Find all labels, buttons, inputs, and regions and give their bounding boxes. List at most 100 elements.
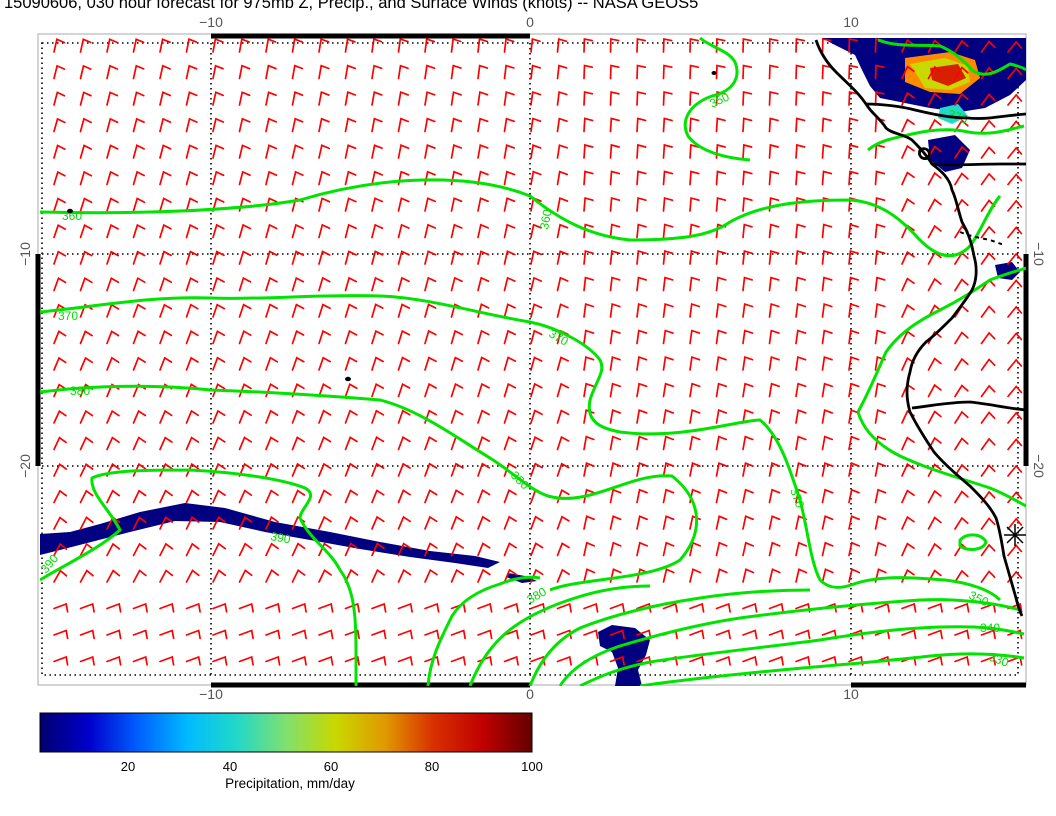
wind-barb <box>874 302 886 318</box>
wind-barb <box>53 463 68 477</box>
wind-barb <box>477 602 493 613</box>
wind-barb <box>742 223 753 239</box>
wind-barb <box>212 170 225 186</box>
wind-barb <box>318 489 332 504</box>
wind-barb <box>742 143 753 159</box>
wind-barb <box>265 409 279 424</box>
wind-barb <box>662 462 675 477</box>
wind-barb <box>609 568 622 583</box>
wind-barb <box>821 117 832 133</box>
wind-barb <box>715 276 727 292</box>
wind-barb <box>450 568 465 583</box>
wind-barb <box>185 276 199 292</box>
wind-barb <box>980 146 996 159</box>
wind-barb <box>689 382 701 398</box>
wind-barb <box>768 37 779 53</box>
wind-barb <box>53 223 67 239</box>
wind-barb <box>689 117 700 133</box>
wind-barb <box>344 515 359 530</box>
wind-barb <box>79 569 94 583</box>
wind-barb <box>185 91 198 106</box>
wind-barb <box>556 90 568 106</box>
wind-barb <box>53 170 66 186</box>
wind-barb <box>291 629 307 640</box>
wind-barb <box>742 117 753 133</box>
wind-barb <box>265 276 278 292</box>
wind-barb <box>662 435 675 451</box>
wind-barb <box>265 329 279 345</box>
wind-barb <box>742 250 753 265</box>
wind-barb <box>397 91 410 106</box>
contour-label: 350 <box>707 89 731 110</box>
wind-barb <box>901 568 915 583</box>
wind-barb <box>556 144 568 159</box>
colorbar-tick-label: 100 <box>521 759 543 774</box>
wind-barb <box>715 117 726 133</box>
wind-barb <box>768 223 780 239</box>
wind-barb <box>848 302 860 318</box>
wind-barb <box>132 197 146 212</box>
wind-barb <box>159 303 173 318</box>
wind-barb <box>424 250 437 265</box>
wind-barb <box>927 410 942 424</box>
wind-barb <box>742 170 753 186</box>
wind-barb <box>291 409 305 424</box>
wind-barb <box>530 170 542 186</box>
wind-barb <box>318 64 330 80</box>
wind-barb <box>79 409 94 424</box>
wind-barb <box>344 436 358 451</box>
wind-barb <box>291 223 304 239</box>
wind-barb <box>371 629 387 640</box>
wind-barb <box>185 330 199 345</box>
wind-barb <box>636 250 647 265</box>
wind-barb <box>636 382 648 398</box>
wind-barb <box>371 37 383 53</box>
wind-barb <box>503 515 517 530</box>
wind-barb <box>53 91 66 106</box>
wind-barb <box>609 355 621 371</box>
wind-barb <box>503 489 517 504</box>
wind-barb <box>530 117 542 133</box>
wind-barb <box>159 170 172 186</box>
wind-barb <box>662 568 675 583</box>
wind-barb <box>291 64 304 80</box>
wind-barb <box>450 382 464 398</box>
colorbar-gradient <box>39 712 533 753</box>
wind-barb <box>636 170 647 186</box>
wind-barb <box>450 144 463 159</box>
wind-barb <box>689 629 705 640</box>
wind-barb <box>609 223 621 239</box>
wind-barb <box>662 541 675 557</box>
wind-barb <box>106 64 119 80</box>
wind-barb <box>344 489 359 504</box>
wind-barb <box>689 170 700 186</box>
wind-barb <box>318 223 331 239</box>
wind-barb <box>1007 385 1023 398</box>
wind-barb <box>503 382 517 398</box>
wind-barb <box>1007 358 1023 371</box>
wind-barb <box>159 629 175 640</box>
wind-barb <box>212 655 228 666</box>
bottom-axis-label: −10 <box>199 686 223 702</box>
wind-barb <box>715 462 728 477</box>
wind-barb <box>715 541 728 557</box>
contour-label: 340 <box>980 621 1000 635</box>
wind-barb <box>318 91 330 106</box>
wind-barb <box>821 382 833 398</box>
wind-barb <box>583 143 594 159</box>
wind-barb <box>185 117 198 133</box>
wind-barb <box>795 117 806 133</box>
wind-barb <box>636 409 648 424</box>
wind-barb <box>212 223 225 239</box>
wind-barb <box>212 91 225 106</box>
wind-barb <box>212 276 225 292</box>
wind-barb <box>927 383 942 398</box>
wind-barb <box>795 655 811 666</box>
wind-barb <box>450 329 464 345</box>
wind-barb <box>450 37 462 53</box>
wind-barb <box>265 569 280 583</box>
wind-barb <box>636 329 648 345</box>
wind-barb <box>636 541 649 557</box>
wind-barb <box>477 356 490 371</box>
wind-barb <box>609 329 621 345</box>
